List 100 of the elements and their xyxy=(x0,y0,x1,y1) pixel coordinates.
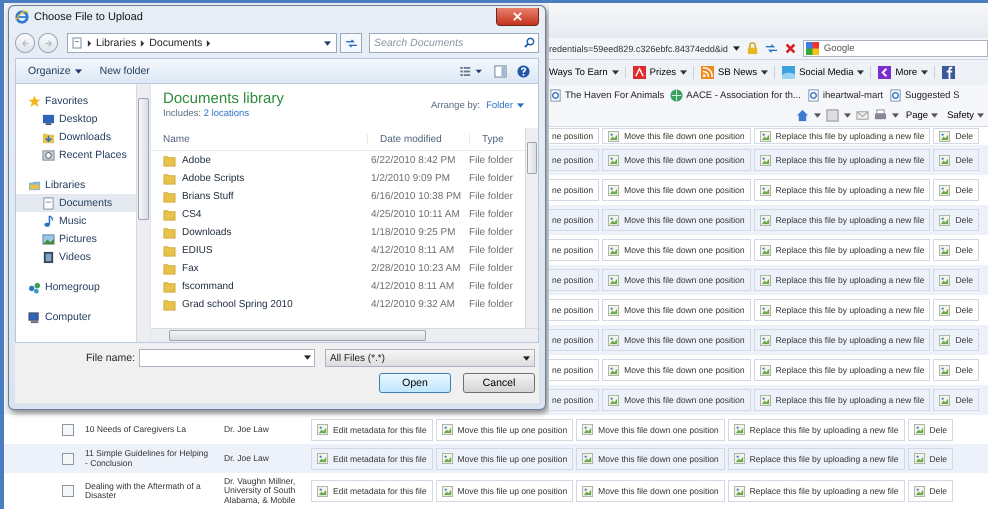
file-row[interactable]: Adobe 6/22/2010 8:42 PM File folder xyxy=(151,151,525,169)
toolbar-menu-button[interactable]: Prizes xyxy=(632,66,694,80)
action-link[interactable]: ne position xyxy=(549,359,600,381)
file-row[interactable]: EDIUS 4/12/2010 8:11 AM File folder xyxy=(151,241,525,259)
action-link[interactable]: ne position xyxy=(549,209,600,231)
nav-item[interactable]: Documents xyxy=(16,194,136,212)
search-icon[interactable] xyxy=(524,37,535,48)
action-link[interactable]: Replace this file by uploading a new file xyxy=(754,269,930,291)
address-field[interactable]: redentials=59eed829.c326ebfc.84374edd&id xyxy=(549,44,740,54)
close-button[interactable] xyxy=(496,8,539,26)
file-name-field[interactable] xyxy=(139,349,315,367)
action-link[interactable]: Dele xyxy=(908,418,953,440)
file-row[interactable]: Brians Stuff 6/16/2010 10:38 PM File folder xyxy=(151,187,525,205)
file-row[interactable]: Adobe Scripts 1/2/2010 9:09 PM File folder xyxy=(151,169,525,187)
nav-item[interactable]: Recent Places xyxy=(16,146,136,164)
file-row[interactable]: CS4 4/25/2010 10:11 AM File folder xyxy=(151,205,525,223)
nav-item[interactable]: Pictures xyxy=(16,230,136,248)
organize-button[interactable]: Organize xyxy=(24,65,86,77)
action-link[interactable]: Move this file up one position xyxy=(436,480,574,502)
action-link[interactable]: Replace this file by uploading a new file xyxy=(754,389,930,411)
nav-item[interactable]: Downloads xyxy=(16,128,136,146)
scrollbar[interactable] xyxy=(525,128,538,328)
action-link[interactable]: Dele xyxy=(933,209,979,231)
favorite-link[interactable]: iheartwal-mart xyxy=(806,88,884,102)
action-link[interactable]: Move this file down one position xyxy=(602,239,751,261)
file-row[interactable]: Downloads 1/18/2010 9:25 PM File folder xyxy=(151,223,525,241)
search-field[interactable]: Search Documents xyxy=(369,33,539,53)
command-menu-button[interactable]: Page xyxy=(904,110,940,121)
action-link[interactable]: Dele xyxy=(933,179,979,201)
action-link[interactable]: Dele xyxy=(933,269,979,291)
action-link[interactable]: ne position xyxy=(549,239,600,261)
action-link[interactable]: Replace this file by uploading a new file xyxy=(754,179,930,201)
action-link[interactable]: Replace this file by uploading a new file xyxy=(728,418,905,440)
home-icon[interactable] xyxy=(796,108,809,122)
action-link[interactable]: Replace this file by uploading a new file xyxy=(754,128,930,144)
action-link[interactable]: Replace this file by uploading a new file xyxy=(754,329,930,351)
nav-item[interactable]: Computer xyxy=(16,308,136,326)
nav-item[interactable]: Libraries xyxy=(16,176,136,194)
column-header[interactable]: Date modified xyxy=(367,134,469,144)
nav-item[interactable]: Videos xyxy=(16,248,136,266)
file-row[interactable]: Fax 2/28/2010 10:23 AM File folder xyxy=(151,259,525,277)
favorite-link[interactable]: AACE - Association for th... xyxy=(670,88,801,102)
row-checkbox[interactable] xyxy=(62,424,74,436)
social-network-icon[interactable] xyxy=(942,66,956,80)
action-link[interactable]: ne position xyxy=(549,269,600,291)
preview-pane-icon[interactable] xyxy=(494,64,507,78)
action-link[interactable]: Move this file down one position xyxy=(602,209,751,231)
action-link[interactable]: Replace this file by uploading a new file xyxy=(754,149,930,171)
toolbar-menu-button[interactable]: Ways To Earn xyxy=(549,67,626,78)
search-field[interactable]: Google xyxy=(802,40,988,58)
action-link[interactable]: ne position xyxy=(549,329,600,351)
view-options-button[interactable] xyxy=(460,66,484,76)
command-menu-button[interactable]: Safety xyxy=(945,110,986,121)
refresh-icon[interactable] xyxy=(764,42,778,56)
action-link[interactable]: Dele xyxy=(933,239,979,261)
action-link[interactable]: Move this file up one position xyxy=(436,448,574,470)
action-link[interactable]: ne position xyxy=(549,179,600,201)
toolbar-menu-button[interactable]: Social Media xyxy=(782,66,872,80)
action-link[interactable]: Move this file down one position xyxy=(576,418,725,440)
action-link[interactable]: Move this file down one position xyxy=(602,149,751,171)
dialog-button[interactable]: Cancel xyxy=(463,373,535,393)
action-link[interactable]: Dele xyxy=(908,480,953,502)
action-link[interactable]: Move this file up one position xyxy=(436,418,574,440)
mail-icon[interactable] xyxy=(856,108,869,122)
row-checkbox[interactable] xyxy=(62,452,74,464)
address-bar[interactable]: Libraries Documents xyxy=(67,33,337,53)
action-link[interactable]: ne position xyxy=(549,149,600,171)
breadcrumb-item[interactable]: Documents xyxy=(149,37,202,49)
row-checkbox[interactable] xyxy=(62,485,74,497)
refresh-button[interactable] xyxy=(340,33,362,53)
feeds-icon[interactable] xyxy=(826,108,839,122)
favorite-link[interactable]: The Haven For Animals xyxy=(549,88,664,102)
action-link[interactable]: Replace this file by uploading a new file xyxy=(754,209,930,231)
action-link[interactable]: Dele xyxy=(933,149,979,171)
print-icon[interactable] xyxy=(874,108,887,122)
action-link[interactable]: Move this file down one position xyxy=(602,359,751,381)
action-link[interactable]: Move this file down one position xyxy=(602,389,751,411)
scrollbar[interactable] xyxy=(151,328,538,342)
action-link[interactable]: Edit metadata for this file xyxy=(311,418,433,440)
action-link[interactable]: Move this file down one position xyxy=(602,179,751,201)
breadcrumb-item[interactable]: Libraries xyxy=(96,37,136,49)
scrollbar[interactable] xyxy=(136,84,150,342)
new-folder-button[interactable]: New folder xyxy=(96,65,154,77)
action-link[interactable]: Dele xyxy=(933,389,979,411)
nav-item[interactable]: Music xyxy=(16,212,136,230)
action-link[interactable]: Move this file down one position xyxy=(602,329,751,351)
stop-icon[interactable] xyxy=(784,42,797,56)
action-link[interactable]: ne position xyxy=(549,128,600,144)
nav-item[interactable]: Homegroup xyxy=(16,278,136,296)
action-link[interactable]: Dele xyxy=(933,128,979,144)
file-row[interactable]: fscommand 4/12/2010 8:11 AM File folder xyxy=(151,277,525,295)
action-link[interactable]: Move this file down one position xyxy=(602,269,751,291)
locations-link[interactable]: 2 locations xyxy=(204,108,250,119)
action-link[interactable]: Dele xyxy=(933,359,979,381)
toolbar-menu-button[interactable]: SB News xyxy=(701,66,776,80)
nav-item[interactable]: Favorites xyxy=(16,92,136,110)
forward-button[interactable] xyxy=(38,33,58,53)
dialog-button[interactable]: Open xyxy=(379,373,451,393)
action-link[interactable]: Move this file down one position xyxy=(602,128,751,144)
back-button[interactable] xyxy=(15,33,35,53)
